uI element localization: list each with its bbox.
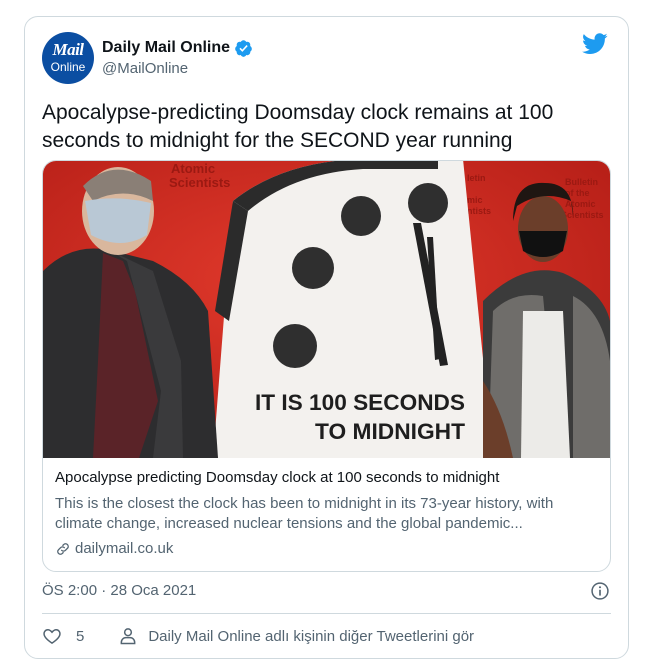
more-tweets-link[interactable]: Daily Mail Online adlı kişinin diğer Twe… xyxy=(118,626,474,646)
sign-line-2: TO MIDNIGHT xyxy=(315,419,466,444)
svg-text:mic: mic xyxy=(467,195,483,205)
person-icon xyxy=(120,628,136,645)
svg-text:Bulletin: Bulletin xyxy=(565,177,598,187)
article-photo[interactable]: Atomic Scientists Bulletin of the Atomic… xyxy=(43,161,610,458)
link-icon xyxy=(57,542,69,555)
verified-badge-icon xyxy=(235,39,252,57)
link-card-title[interactable]: Apocalypse predicting Doomsday clock at … xyxy=(55,469,499,486)
svg-text:Atomic: Atomic xyxy=(565,199,596,209)
tweet-footer: 5 Daily Mail Online adlı kişinin diğer T… xyxy=(42,624,474,648)
svg-text:letin: letin xyxy=(467,173,486,183)
heart-icon xyxy=(43,628,61,644)
more-tweets-label: Daily Mail Online adlı kişinin diğer Twe… xyxy=(148,627,475,645)
banner-left-text: Atomic xyxy=(171,161,215,176)
link-card-domain-row[interactable]: dailymail.co.uk xyxy=(55,540,173,557)
like-button[interactable]: 5 xyxy=(42,626,84,646)
twitter-bird-icon[interactable] xyxy=(582,33,608,55)
svg-text:Scientists: Scientists xyxy=(169,175,230,190)
info-icon[interactable] xyxy=(590,581,610,601)
link-preview-card[interactable]: Atomic Scientists Bulletin of the Atomic… xyxy=(42,160,611,572)
like-count: 5 xyxy=(76,627,85,645)
sign-line-1: IT IS 100 SECONDS xyxy=(255,390,465,415)
tweet-text: Apocalypse-predicting Doomsday clock rem… xyxy=(42,101,554,152)
divider xyxy=(42,613,611,614)
link-card-description: This is the closest the clock has been t… xyxy=(55,495,554,532)
avatar-logo-line2: Online xyxy=(50,60,86,74)
tweet-timestamp[interactable]: ÖS 2:00 · 28 Oca 2021 xyxy=(42,582,196,599)
link-card-domain: dailymail.co.uk xyxy=(75,540,174,557)
author-name-row[interactable]: Daily Mail Online xyxy=(102,37,253,59)
svg-text:Scientists: Scientists xyxy=(561,210,604,220)
avatar[interactable]: Mail Online xyxy=(42,32,94,84)
svg-text:ntists: ntists xyxy=(467,206,491,216)
tweet-card: Mail Online Daily Mail Online @MailOnlin… xyxy=(24,16,629,659)
author-handle[interactable]: @MailOnline xyxy=(102,60,188,77)
avatar-logo-line1: Mail xyxy=(52,40,84,59)
author-name[interactable]: Daily Mail Online xyxy=(102,39,230,57)
